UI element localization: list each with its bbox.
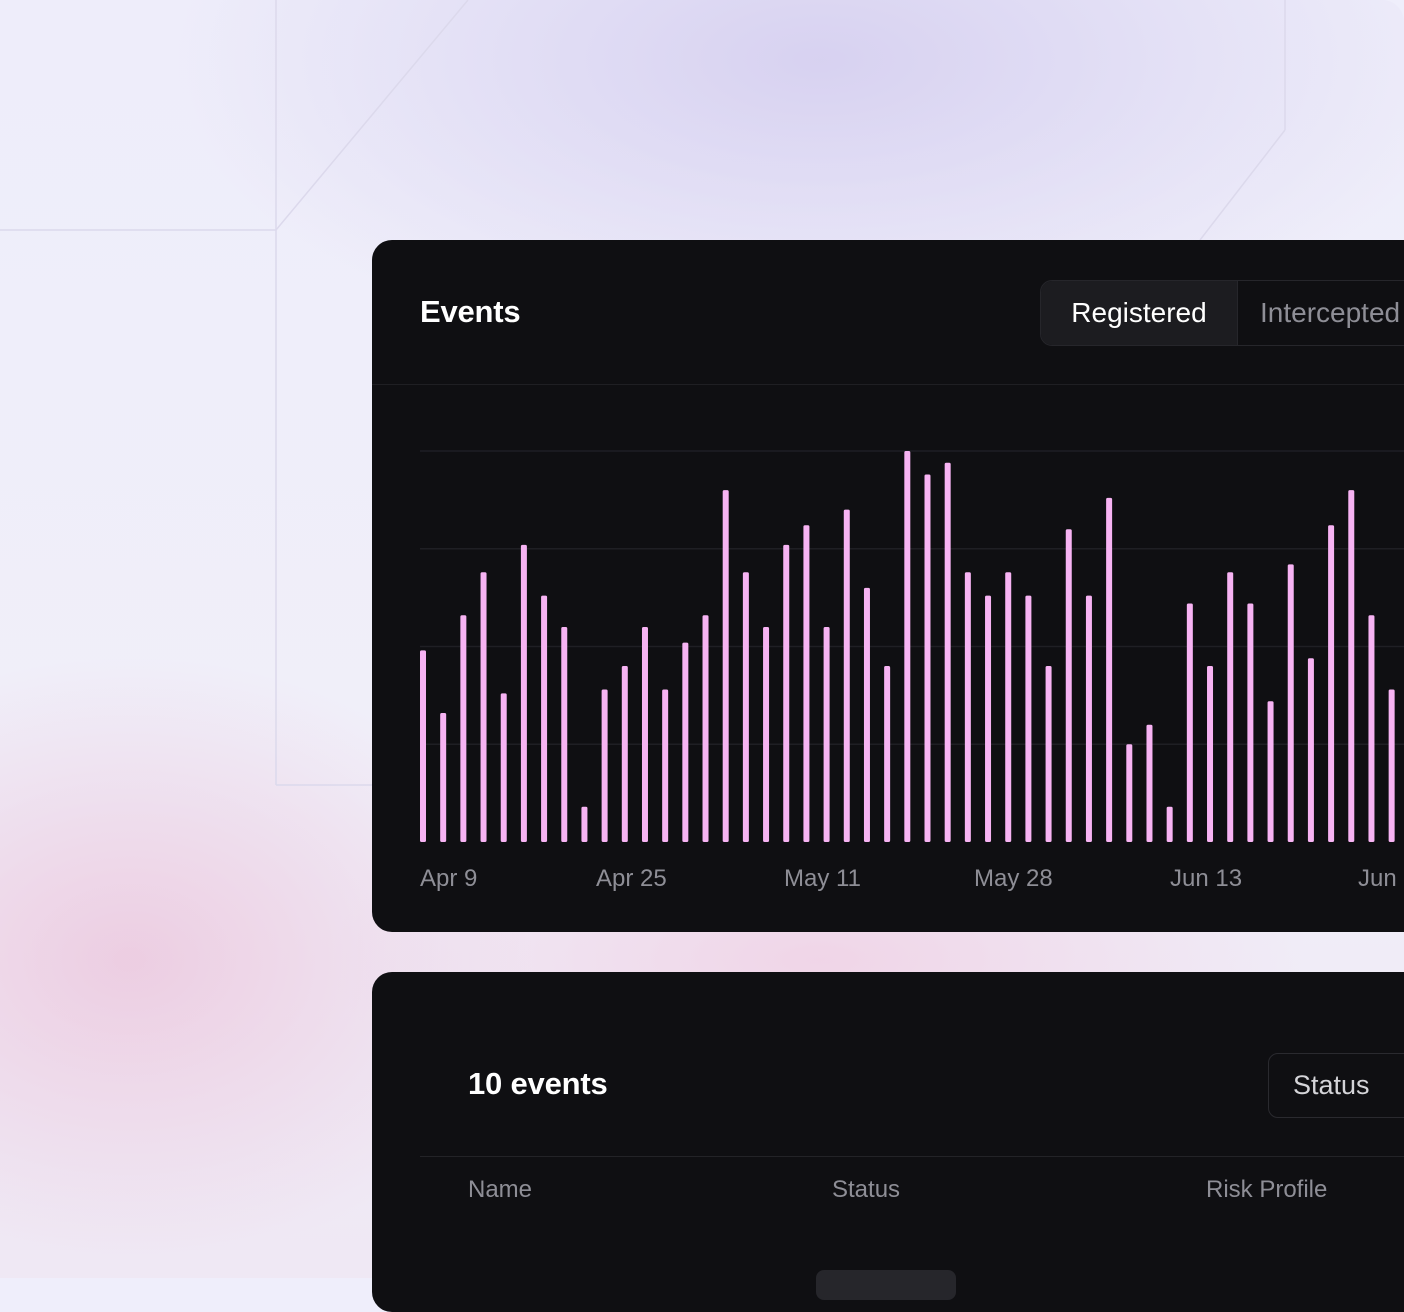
chart-bar — [1025, 595, 1032, 842]
chart-bar — [641, 626, 648, 842]
x-axis-tick-label: May 11 — [784, 865, 861, 892]
x-axis-tick-label: Apr 9 — [420, 865, 477, 892]
chart-bar — [682, 642, 689, 842]
chart-bar — [460, 615, 467, 842]
events-chart-card: Events Registered Intercepted Apr 9 Apr 2… — [372, 240, 1404, 932]
chart-bar — [843, 509, 850, 842]
x-axis-tick-label: May 28 — [974, 865, 1053, 892]
chart-bar — [1388, 689, 1395, 842]
chart-bar — [722, 490, 729, 842]
chart-bar — [1146, 724, 1153, 842]
events-bar-chart: Apr 9 Apr 25 May 11 May 28 Jun 13 Jun — [420, 450, 1404, 892]
chart-bar — [1267, 701, 1274, 842]
events-table-card: 10 events Status Name Status Risk Profil… — [372, 972, 1404, 1312]
chart-bar — [763, 626, 770, 842]
chart-bar — [420, 650, 426, 842]
chart-bar — [702, 615, 709, 842]
chart-bar — [520, 544, 527, 842]
column-header-risk-profile[interactable]: Risk Profile — [1206, 1176, 1327, 1204]
chart-gridlines — [420, 450, 1404, 745]
chart-bar — [964, 572, 971, 842]
chart-bar — [803, 525, 810, 842]
chart-bar — [1307, 658, 1314, 842]
table-header-divider — [420, 1156, 1404, 1157]
chart-bar — [1348, 490, 1355, 842]
chart-bar — [863, 587, 870, 842]
chart-bar — [500, 693, 507, 842]
chart-bar — [1085, 595, 1092, 842]
status-filter-button[interactable]: Status — [1268, 1053, 1404, 1118]
chart-bar — [1227, 572, 1234, 842]
chart-bar — [662, 689, 669, 842]
chart-bar — [1106, 497, 1113, 842]
chart-bar — [742, 572, 749, 842]
chart-bar — [1247, 603, 1254, 842]
chart-bar — [480, 572, 487, 842]
chart-bar — [1005, 572, 1012, 842]
chart-bar — [541, 595, 548, 842]
chart-bar — [985, 595, 992, 842]
chart-x-axis-ticks: Apr 9 Apr 25 May 11 May 28 Jun 13 Jun — [420, 865, 1397, 892]
x-axis-tick-label: Jun 13 — [1170, 865, 1242, 892]
chart-bar — [561, 626, 568, 842]
chart-bar — [581, 806, 588, 842]
chart-bar — [944, 462, 951, 842]
column-header-name[interactable]: Name — [468, 1176, 532, 1204]
chart-bar — [601, 689, 608, 842]
chart-bar — [823, 626, 830, 842]
chart-bar — [621, 666, 628, 842]
chart-bar — [1166, 806, 1173, 842]
chart-bar — [1287, 564, 1294, 842]
chart-bar — [1065, 529, 1072, 842]
events-count-title: 10 events — [468, 1066, 608, 1101]
column-header-status[interactable]: Status — [832, 1176, 900, 1204]
chart-bar — [1186, 603, 1193, 842]
chart-bar — [440, 712, 447, 842]
chart-bar — [783, 544, 790, 842]
x-axis-tick-label: Jun — [1358, 865, 1397, 892]
chart-bar — [1328, 525, 1335, 842]
chart-bar — [1368, 615, 1375, 842]
chart-bar — [904, 451, 911, 842]
chart-bar — [1126, 744, 1133, 842]
chart-bar — [1045, 666, 1052, 842]
chart-bar — [924, 474, 931, 842]
x-axis-tick-label: Apr 25 — [596, 865, 667, 892]
chart-bar — [884, 666, 891, 842]
chart-bars — [420, 451, 1395, 842]
status-badge — [816, 1270, 956, 1300]
chart-bar — [1207, 666, 1214, 842]
